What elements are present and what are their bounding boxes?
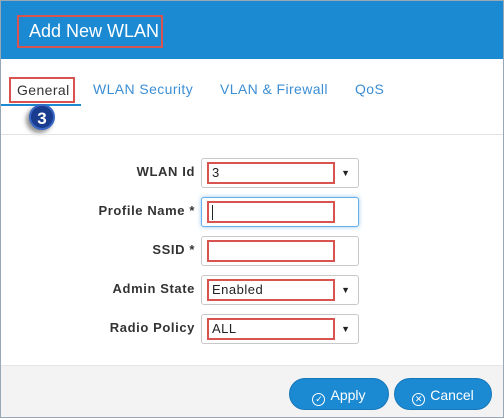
- dialog-header: Add New WLAN: [1, 1, 503, 59]
- radio-policy-value: ALL: [207, 318, 335, 340]
- admin-state-row: Admin State Enabled ▼: [1, 273, 503, 307]
- tab-wlan-security[interactable]: WLAN Security: [93, 79, 193, 101]
- tab-bar: General WLAN Security VLAN & Firewall Qo…: [1, 59, 503, 133]
- cancel-button[interactable]: ✕ Cancel: [394, 378, 492, 410]
- step-number-badge: 3: [29, 104, 55, 130]
- check-circle-icon: ✓: [312, 393, 326, 406]
- radio-policy-row: Radio Policy ALL ▼: [1, 312, 503, 346]
- apply-button[interactable]: ✓ Apply: [289, 378, 389, 410]
- dialog-footer: ✓ Apply ✕ Cancel: [1, 365, 503, 417]
- general-form: WLAN Id 3 ▼ Profile Name * SSID * Admin …: [1, 135, 503, 365]
- triangle-down-icon: ▼: [341, 168, 350, 178]
- profile-name-value: [207, 201, 335, 223]
- wlan-id-select[interactable]: 3 ▼: [201, 158, 359, 188]
- x-circle-icon: ✕: [412, 393, 426, 406]
- dialog-title: Add New WLAN: [17, 15, 163, 48]
- ssid-row: SSID *: [1, 234, 503, 268]
- triangle-down-icon: ▼: [341, 285, 350, 295]
- profile-name-input[interactable]: [201, 197, 359, 227]
- admin-state-value: Enabled: [207, 279, 335, 301]
- triangle-down-icon: ▼: [341, 324, 350, 334]
- ssid-label: SSID *: [152, 242, 195, 257]
- apply-label: Apply: [330, 387, 366, 403]
- profile-name-row: Profile Name *: [1, 195, 503, 229]
- ssid-input[interactable]: [201, 236, 359, 266]
- admin-state-select[interactable]: Enabled ▼: [201, 275, 359, 305]
- profile-name-label: Profile Name *: [98, 203, 195, 218]
- wlan-id-row: WLAN Id 3 ▼: [1, 156, 503, 190]
- radio-policy-label: Radio Policy: [109, 320, 195, 335]
- add-wlan-dialog: Add New WLAN General WLAN Security VLAN …: [0, 0, 504, 418]
- tab-general[interactable]: General: [9, 77, 75, 103]
- cancel-label: Cancel: [430, 387, 474, 403]
- admin-state-label: Admin State: [112, 281, 195, 296]
- ssid-value: [207, 240, 335, 262]
- tab-vlan-firewall[interactable]: VLAN & Firewall: [220, 79, 328, 101]
- tab-qos[interactable]: QoS: [355, 79, 384, 101]
- wlan-id-label: WLAN Id: [136, 164, 195, 179]
- radio-policy-select[interactable]: ALL ▼: [201, 314, 359, 344]
- wlan-id-value: 3: [207, 162, 335, 184]
- text-cursor: [212, 205, 213, 221]
